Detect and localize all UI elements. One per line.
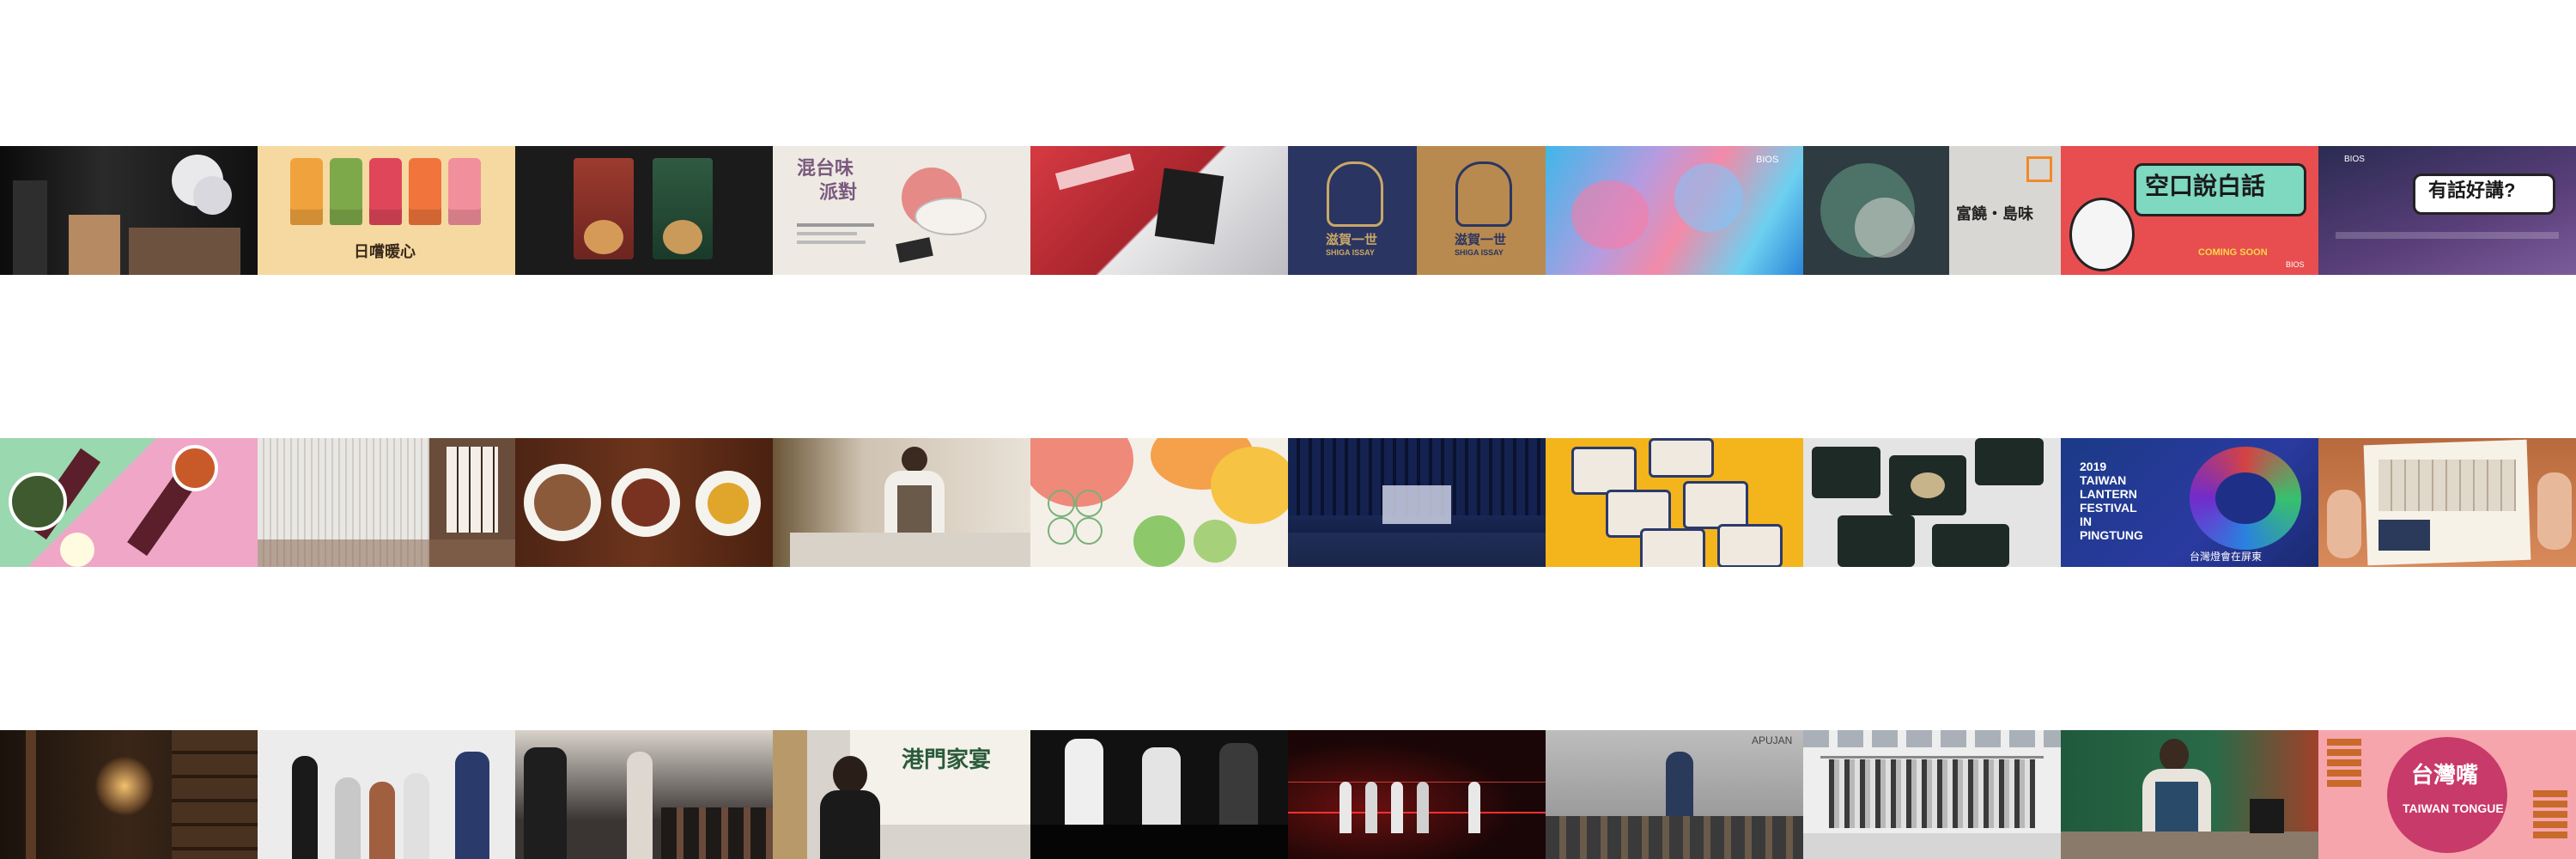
gallery-tile-chef-cooking[interactable]	[773, 438, 1030, 567]
tile-subtitle: SHIGA ISSAY	[1326, 248, 1375, 257]
tile-title-line1: 2019	[2080, 460, 2107, 473]
gallery-tile-dark-meal-boxes[interactable]	[1803, 438, 2061, 567]
tile-brand: BIOS	[1756, 155, 1779, 165]
gallery-tile-white-installation[interactable]	[258, 438, 515, 567]
tile-caption: 日嚐暖心	[354, 243, 416, 260]
gallery-tile-packaged-meals[interactable]	[1546, 438, 1803, 567]
gallery-tile-something-to-say[interactable]: 有話好講? BIOS	[2318, 146, 2576, 275]
gallery-tile-fashion-audience[interactable]	[515, 730, 773, 859]
gallery-tile-bios-gradient[interactable]: BIOS	[1546, 146, 1803, 275]
tile-title: 空口說白話	[2145, 173, 2266, 199]
tile-title: 有話好講?	[2428, 180, 2516, 201]
gallery-tile-empty-talk[interactable]: 空口說白話 COMING SOON BIOS	[2061, 146, 2318, 275]
gallery-tile-barista[interactable]	[2061, 730, 2318, 859]
tile-title: 港門家宴	[902, 746, 992, 772]
tile-title-line2: TAIWAN	[2080, 473, 2127, 487]
tile-brand: BIOS	[2286, 260, 2305, 269]
gallery-tile-dark-hall[interactable]	[1288, 438, 1546, 567]
gallery-row-3: 港門家宴 APUJAN 台灣嘴 TAIWAN TONGUE	[0, 730, 2576, 859]
tile-subtitle-copy: SHIGA ISSAY	[1455, 248, 1504, 257]
gallery-tile-mixed-taiwan-flavor[interactable]: 混台味 派對	[773, 146, 1030, 275]
tile-title-line1: 混台味	[797, 157, 854, 179]
gallery-row-2: 2019 TAIWAN LANTERN FESTIVAL IN PINGTUNG…	[0, 438, 2576, 567]
gallery-tile-dried-fruit-packs[interactable]: 日嚐暖心	[258, 146, 515, 275]
gallery-tile-exhibition-space[interactable]	[0, 146, 258, 275]
gallery-tile-colorful-pattern[interactable]	[1030, 438, 1288, 567]
gallery-tile-red-packaging[interactable]	[1030, 146, 1288, 275]
gallery-tile-clothing-rack[interactable]	[1803, 730, 2061, 859]
gallery-tile-red-laser-runway[interactable]	[1288, 730, 1546, 859]
tile-title-line3: LANTERN	[2080, 487, 2137, 501]
gallery-tile-bottles-and-dishes[interactable]	[0, 438, 258, 567]
tile-tag: COMING SOON	[2198, 247, 2268, 258]
gallery-tile-printed-flyer[interactable]	[2318, 438, 2576, 567]
gallery-tile-treasure-island-taste[interactable]: 富饒・島味	[1803, 146, 2061, 275]
tile-subtitle: TAIWAN TONGUE	[2403, 801, 2504, 815]
tile-title: 台灣嘴	[2411, 762, 2479, 788]
tile-brand: APUJAN	[1752, 734, 1793, 746]
gallery-tile-mannequins[interactable]	[1030, 730, 1288, 859]
gallery-tile-lantern-festival[interactable]: 2019 TAIWAN LANTERN FESTIVAL IN PINGTUNG…	[2061, 438, 2318, 567]
gallery-row-1: 日嚐暖心 混台味 派對 滋賀一世 SHIGA ISSAY 滋賀一世 SHIGA …	[0, 146, 2576, 275]
tile-title: 富饒・島味	[1956, 205, 2033, 222]
tile-title: 滋賀一世	[1326, 233, 1378, 247]
tile-brand: BIOS	[2344, 155, 2365, 164]
gallery-tile-food-on-wood[interactable]	[515, 438, 773, 567]
gallery-tile-warm-interior[interactable]	[0, 730, 258, 859]
gallery-tile-taiwan-tongue[interactable]: 台灣嘴 TAIWAN TONGUE	[2318, 730, 2576, 859]
gallery-tile-speaker-banner[interactable]: 港門家宴	[773, 730, 1030, 859]
gallery-tile-runway-walk[interactable]	[258, 730, 515, 859]
tile-title-copy: 滋賀一世	[1455, 233, 1507, 247]
tile-subtitle: 台灣燈會在屏東	[2190, 551, 2263, 563]
gallery-tile-coffee-bags[interactable]	[515, 146, 773, 275]
tile-title-line4: FESTIVAL	[2080, 501, 2137, 515]
gallery-tile-apujan-show[interactable]: APUJAN	[1546, 730, 1803, 859]
tile-title-line2: 派對	[819, 181, 858, 203]
gallery-tile-shiga-issay[interactable]: 滋賀一世 SHIGA ISSAY 滋賀一世 SHIGA ISSAY	[1288, 146, 1546, 275]
tile-title-line6: PINGTUNG	[2080, 528, 2143, 542]
tile-title-line5: IN	[2080, 515, 2092, 528]
